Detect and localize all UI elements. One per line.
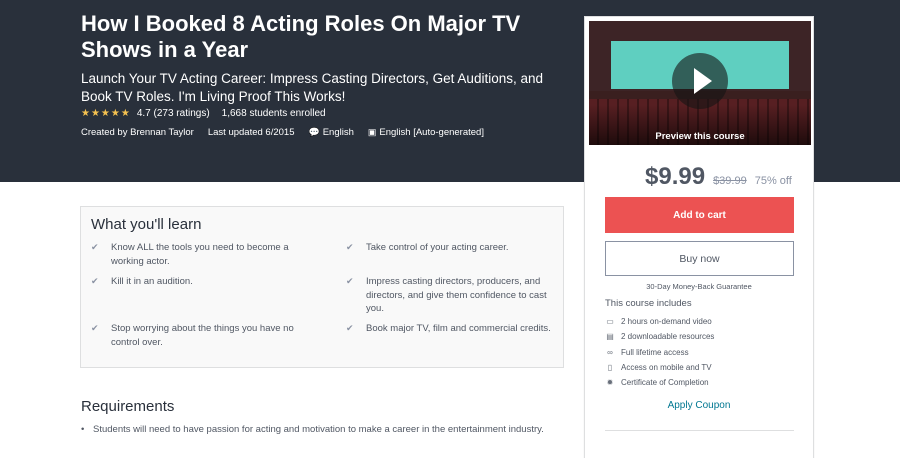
include-text: Access on mobile and TV [621,363,712,373]
buy-now-button[interactable]: Buy now [605,241,794,276]
discount-percent: 75% off [754,175,792,187]
video-icon: ▭ [606,317,614,327]
play-icon[interactable] [672,53,728,109]
check-icon: ✔ [91,242,99,252]
course-preview-video[interactable]: Preview this course [589,21,811,145]
mobile-icon: ▯ [607,363,613,373]
add-to-cart-button[interactable]: Add to cart [605,197,794,233]
requirement-text: Students will need to have passion for a… [93,424,544,435]
language: 💬 English [308,127,353,138]
include-text: 2 hours on-demand video [621,317,712,327]
money-back-guarantee: 30-Day Money-Back Guarantee [646,282,752,291]
current-price: $9.99 [645,163,706,190]
rating-row: ★★★★★ 4.7 (273 ratings) 1,668 students e… [81,108,326,119]
learn-item: ✔ Book major TV, film and commercial cre… [346,322,556,336]
check-icon: ✔ [346,323,354,333]
list-item: ✹ Certificate of Completion [605,375,714,390]
learn-item-text: Book major TV, film and commercial credi… [366,323,551,334]
file-icon: ▤ [606,332,614,342]
created-by[interactable]: Created by Brennan Taylor [81,127,194,138]
course-title: How I Booked 8 Acting Roles On Major TV … [81,11,521,62]
trophy-icon: ✹ [606,378,614,388]
last-updated: Last updated 6/2015 [207,127,295,138]
language-label: English [322,127,354,138]
requirements-list: • Students will need to have passion for… [81,423,561,437]
list-item: ▯ Access on mobile and TV [605,360,714,375]
list-item: ▭ 2 hours on-demand video [605,314,714,329]
check-icon: ✔ [346,276,354,286]
learn-item: ✔ Impress casting directors, producers, … [346,275,556,316]
purchase-sidebar: Preview this course $9.99 $39.99 75% off… [584,16,814,458]
learn-item: ✔ Kill it in an audition. [91,275,311,289]
learn-item: ✔ Know ALL the tools you need to become … [91,241,311,268]
bullet-icon: • [81,424,85,435]
include-text: 2 downloadable resources [621,332,715,342]
course-subtitle: Launch Your TV Acting Career: Impress Ca… [81,71,543,104]
learn-item-text: Know ALL the tools you need to become a … [111,242,289,267]
includes-list: ▭ 2 hours on-demand video ▤ 2 downloadab… [605,314,714,390]
course-meta: Created by Brennan Taylor Last updated 6… [81,127,498,138]
divider [605,430,794,431]
list-item: ▤ 2 downloadable resources [605,329,714,344]
includes-title: This course includes [605,298,692,309]
comment-icon: 💬 [308,127,320,137]
rating-text[interactable]: 4.7 (273 ratings) [137,108,210,119]
learn-item-text: Kill it in an audition. [111,276,193,287]
learn-item-text: Take control of your acting career. [366,242,509,253]
include-text: Full lifetime access [621,347,689,357]
closed-caption-icon: ▣ [367,127,377,137]
check-icon: ✔ [91,323,99,333]
apply-coupon-link[interactable]: Apply Coupon [585,400,813,411]
captions-label: English [Auto-generated] [379,127,484,138]
enrolled-count: 1,668 students enrolled [221,108,326,119]
price-row: $9.99 $39.99 75% off [645,163,792,191]
check-icon: ✔ [91,276,99,286]
include-text: Certificate of Completion [621,378,709,388]
captions: ▣ English [Auto-generated] [368,127,484,138]
original-price: $39.99 [713,175,747,187]
infinity-icon: ∞ [607,347,613,357]
learn-title: What you'll learn [91,216,202,233]
list-item: ∞ Full lifetime access [605,345,714,360]
what-youll-learn: What you'll learn ✔ Know ALL the tools y… [80,206,564,368]
list-item: • Students will need to have passion for… [81,423,561,437]
learn-item: ✔ Stop worrying about the things you hav… [91,322,316,349]
learn-item: ✔ Take control of your acting career. [346,241,556,255]
preview-label[interactable]: Preview this course [589,131,811,142]
learn-item-text: Impress casting directors, producers, an… [366,276,547,314]
star-rating-icon: ★★★★★ [81,108,131,119]
check-icon: ✔ [346,242,354,252]
learn-item-text: Stop worrying about the things you have … [111,323,294,348]
requirements-title: Requirements [81,398,175,415]
